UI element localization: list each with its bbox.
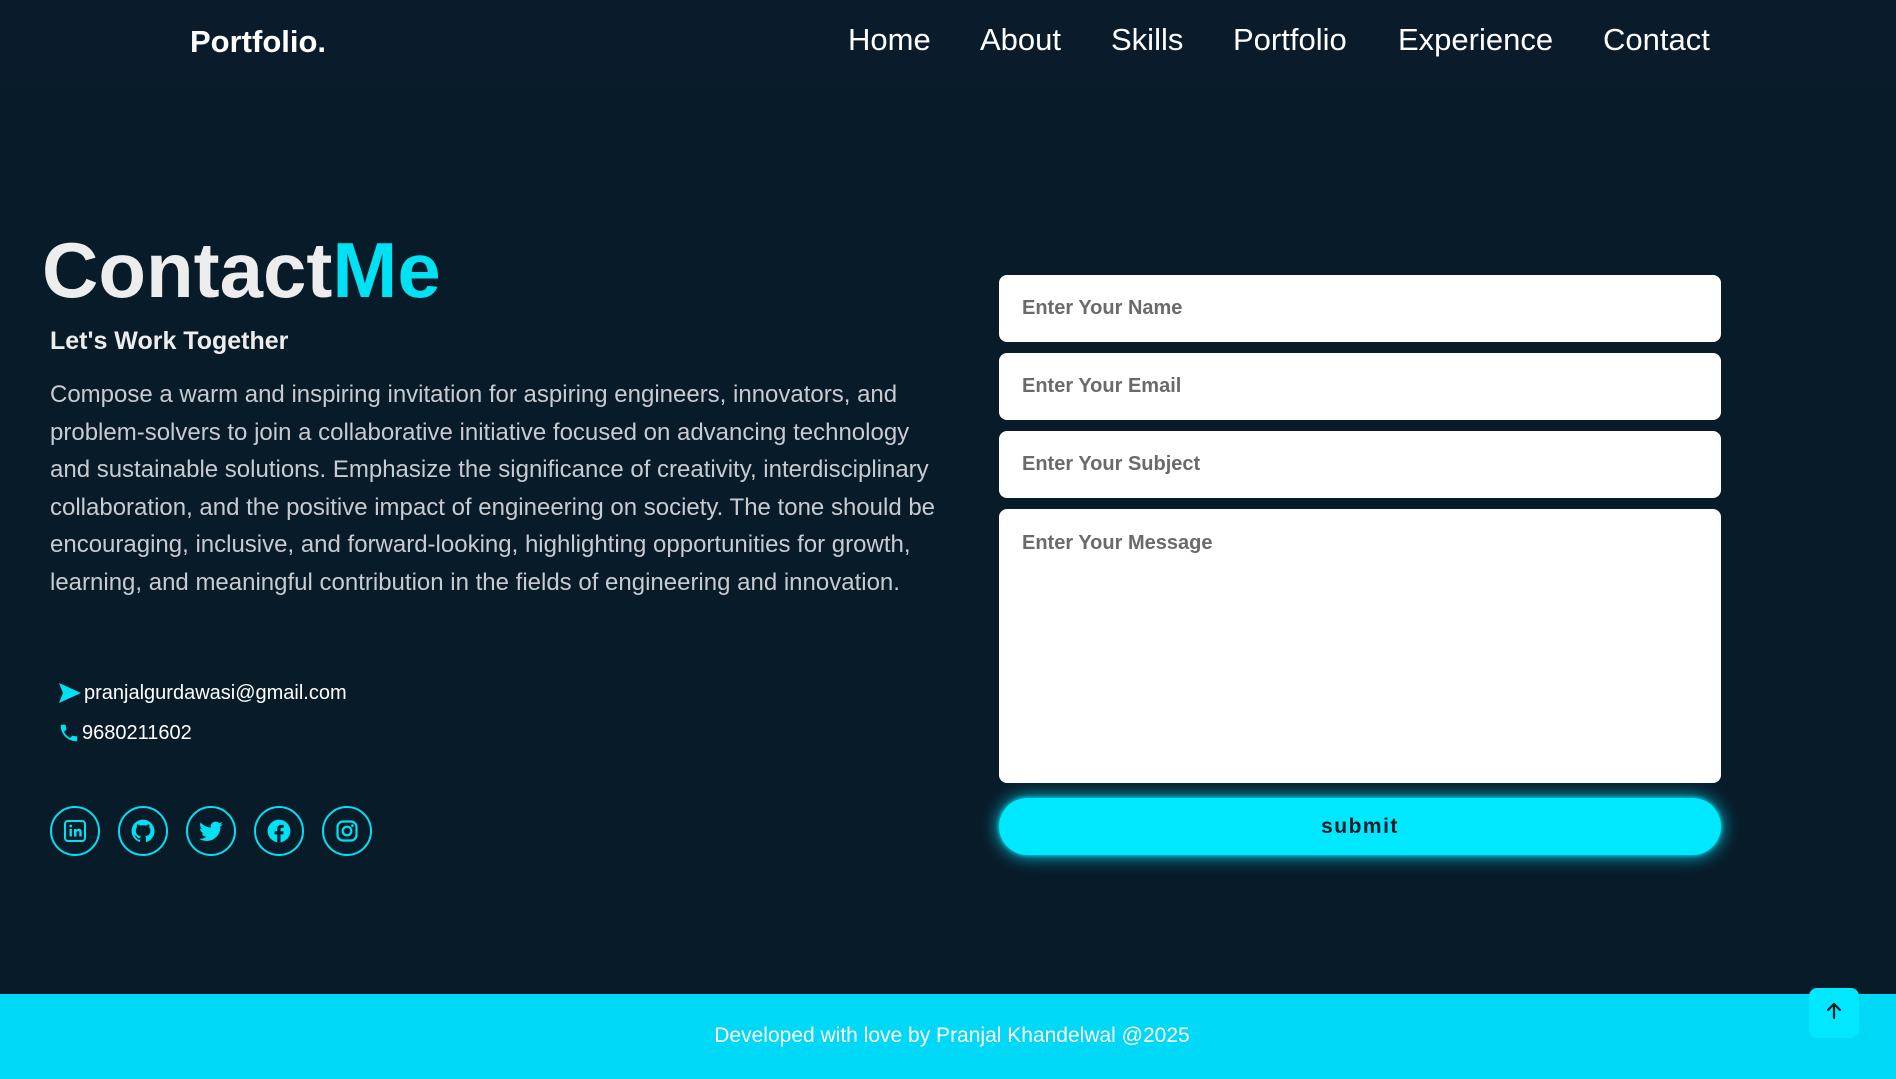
instagram-icon[interactable]	[322, 806, 372, 856]
nav-link-about[interactable]: About	[980, 22, 1061, 58]
phone-icon	[58, 722, 80, 744]
arrow-up-icon	[1826, 1002, 1842, 1025]
nav-link-experience[interactable]: Experience	[1398, 22, 1553, 58]
phone-row: 9680211602	[58, 718, 192, 748]
linkedin-icon[interactable]	[50, 806, 100, 856]
contact-description: Compose a warm and inspiring invitation …	[50, 381, 936, 596]
twitter-icon[interactable]	[186, 806, 236, 856]
footer: Developed with love by Pranjal Khandelwa…	[0, 994, 1896, 1079]
send-icon	[58, 682, 82, 704]
message-textarea[interactable]	[999, 509, 1721, 783]
footer-text: Developed with love by Pranjal Khandelwa…	[714, 1024, 1190, 1047]
navbar: Portfolio. Home About Skills Portfolio E…	[0, 0, 1896, 86]
phone-text[interactable]: 9680211602	[82, 722, 192, 745]
nav-link-contact[interactable]: Contact	[1603, 22, 1710, 58]
nav-link-skills[interactable]: Skills	[1111, 22, 1183, 58]
heading-accent: Me	[332, 226, 441, 314]
email-row: pranjalgurdawasi@gmail.com	[58, 678, 347, 708]
scroll-to-top-button[interactable]	[1809, 988, 1859, 1038]
github-icon[interactable]	[118, 806, 168, 856]
nav-link-home[interactable]: Home	[848, 22, 931, 58]
email-text[interactable]: pranjalgurdawasi@gmail.com	[84, 682, 347, 705]
submit-button[interactable]: submit	[999, 798, 1721, 855]
facebook-icon[interactable]	[254, 806, 304, 856]
name-input[interactable]	[999, 275, 1721, 342]
email-input[interactable]	[999, 353, 1721, 420]
subject-input[interactable]	[999, 431, 1721, 498]
nav-links: Home About Skills Portfolio Experience C…	[0, 22, 1896, 62]
heading-main: Contact	[42, 226, 333, 314]
contact-heading: ContactMe	[42, 226, 441, 314]
nav-link-portfolio[interactable]: Portfolio	[1233, 22, 1347, 58]
contact-subheading: Let's Work Together	[50, 327, 289, 355]
